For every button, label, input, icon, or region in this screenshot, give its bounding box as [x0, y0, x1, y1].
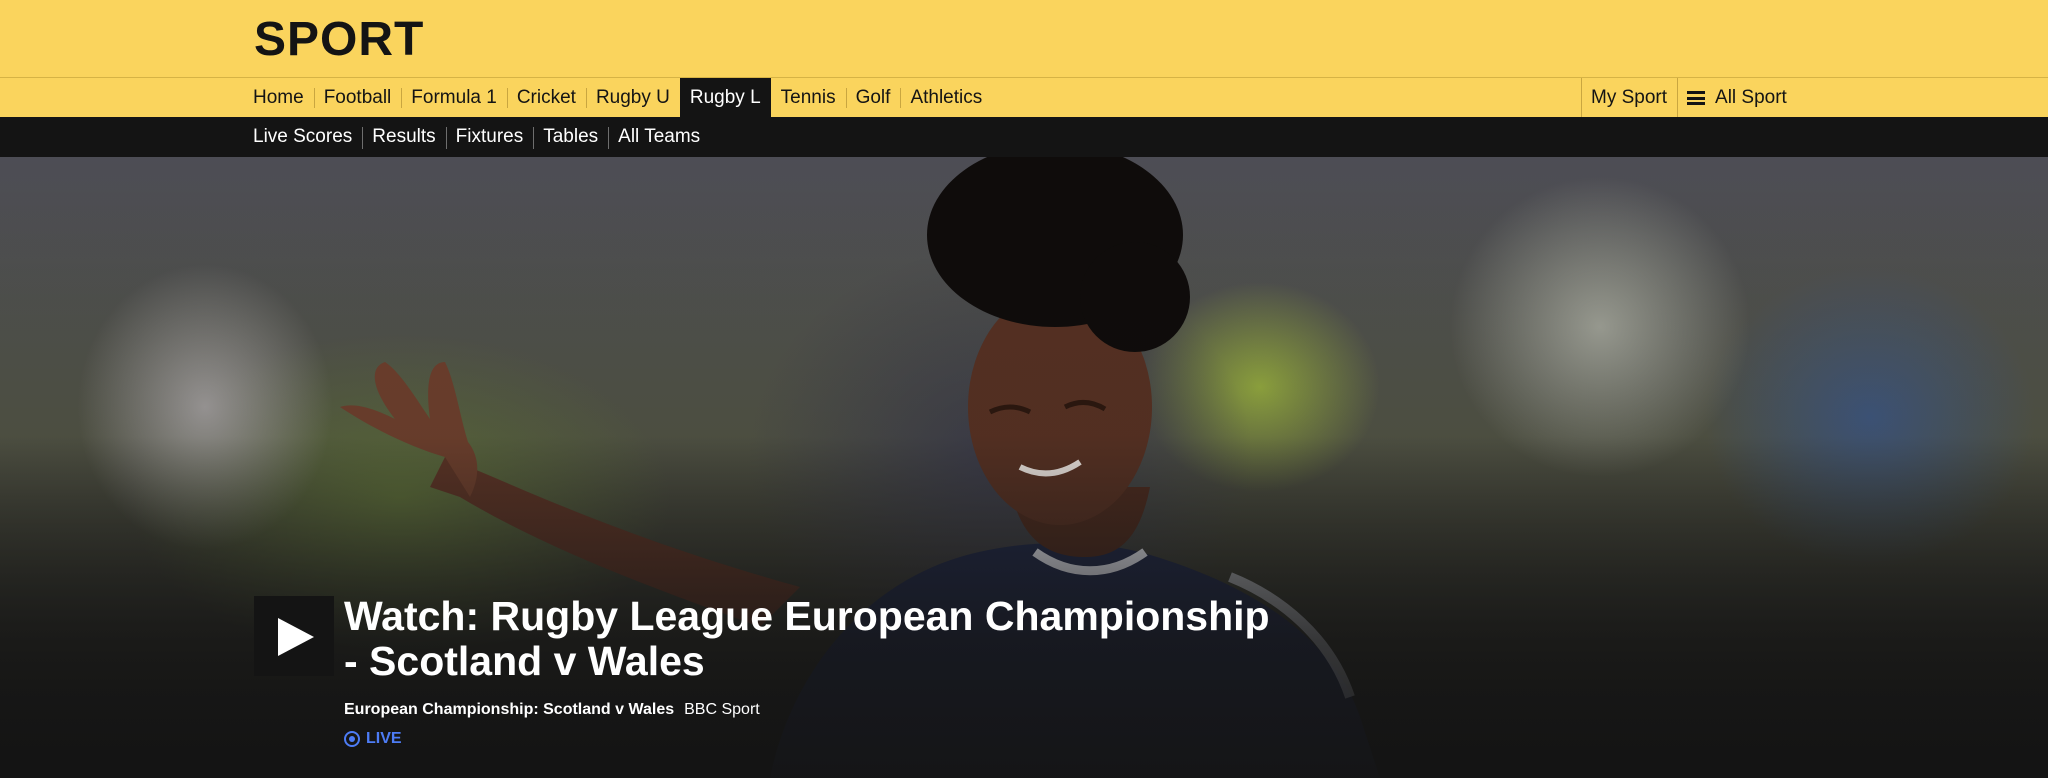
nav-item-rugby-league[interactable]: Rugby L: [679, 78, 771, 118]
hero-meta: European Championship: Scotland v Wales …: [344, 701, 760, 719]
live-icon: [344, 731, 360, 747]
hamburger-menu-icon: [1687, 91, 1706, 105]
nav-item-formula-1[interactable]: Formula 1: [401, 78, 507, 118]
my-sport-link[interactable]: My Sport: [1581, 78, 1677, 118]
hero-headline[interactable]: Watch: Rugby League European Championshi…: [344, 594, 1294, 684]
nav-item-tennis[interactable]: Tennis: [771, 78, 846, 118]
hero-meta-source: BBC Sport: [684, 701, 760, 718]
hero-meta-title: European Championship: Scotland v Wales: [344, 701, 675, 718]
all-sport-label: All Sport: [1715, 87, 1787, 108]
hero-gradient-overlay: [0, 157, 2048, 778]
nav-item-rugby-union[interactable]: Rugby U: [585, 78, 680, 118]
play-icon: [278, 618, 314, 656]
primary-nav: Home Football Formula 1 Cricket Rugby U …: [0, 77, 2048, 118]
subnav-tables[interactable]: Tables: [533, 117, 608, 157]
play-button[interactable]: [254, 596, 334, 676]
all-sport-menu-button[interactable]: All Sport: [1677, 78, 1797, 118]
nav-item-cricket[interactable]: Cricket: [506, 78, 586, 118]
subnav-all-teams[interactable]: All Teams: [608, 117, 710, 157]
subnav-live-scores[interactable]: Live Scores: [243, 117, 362, 157]
live-label: LIVE: [366, 730, 402, 747]
live-badge: LIVE: [344, 730, 402, 748]
nav-item-golf[interactable]: Golf: [845, 78, 901, 118]
hero-promo[interactable]: Watch: Rugby League European Championshi…: [0, 157, 2048, 778]
subnav-results[interactable]: Results: [362, 117, 445, 157]
subnav-fixtures[interactable]: Fixtures: [445, 117, 534, 157]
sport-logo[interactable]: SPORT: [254, 12, 424, 67]
nav-item-football[interactable]: Football: [313, 78, 402, 118]
nav-item-athletics[interactable]: Athletics: [900, 78, 992, 118]
secondary-nav: Live Scores Results Fixtures Tables All …: [0, 117, 2048, 157]
nav-item-home[interactable]: Home: [243, 78, 314, 118]
brand-bar: SPORT: [0, 0, 2048, 77]
